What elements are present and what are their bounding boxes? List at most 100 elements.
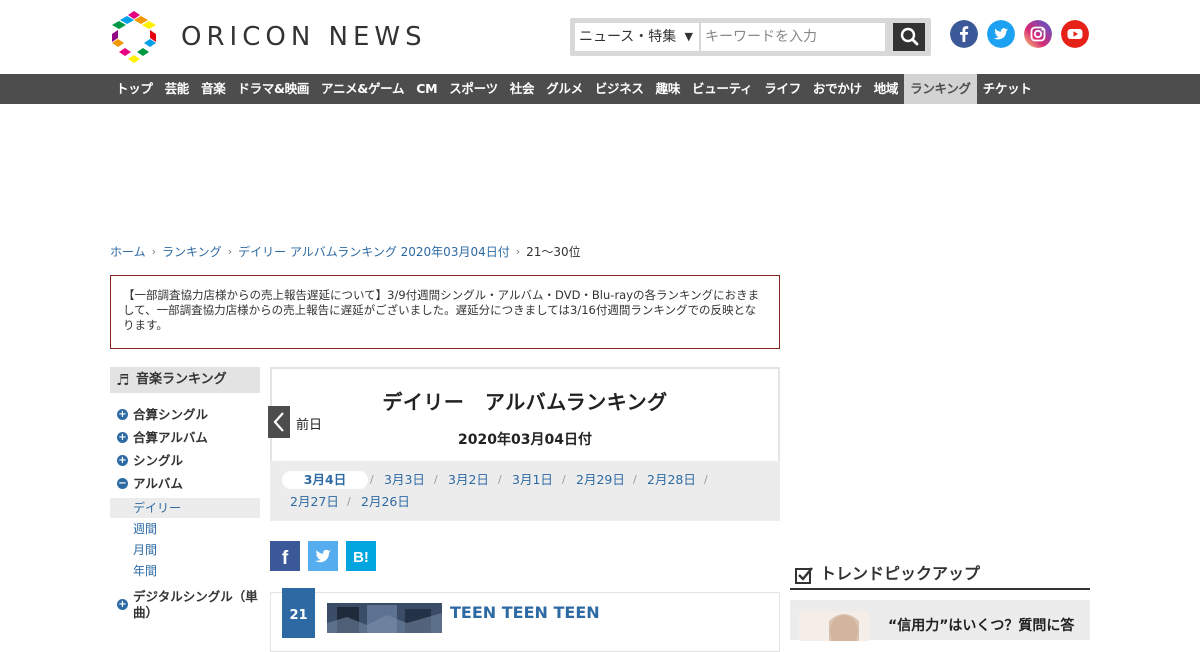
breadcrumb-home[interactable]: ホーム <box>110 243 146 260</box>
twitter-share-button[interactable] <box>308 541 338 571</box>
date-tab[interactable]: 2月29日 <box>576 471 625 489</box>
sidebar-heading: ♬ 音楽ランキング <box>110 367 260 393</box>
search-category-select[interactable]: ニュース・特集 ▼ <box>575 23 699 51</box>
breadcrumb-daily-album[interactable]: デイリー アルバムランキング 2020年03月04日付 <box>238 243 510 260</box>
nav-item[interactable]: ビューティ <box>686 74 758 104</box>
date-separator: / <box>633 473 637 486</box>
nav-item[interactable]: スポーツ <box>443 74 504 104</box>
minus-icon: − <box>117 478 128 489</box>
hatena-bookmark-label: B! <box>353 549 369 566</box>
date-tab-active[interactable]: 3月4日 <box>282 471 368 489</box>
sidebar-item-label: 合算シングル <box>133 407 209 422</box>
logo-text[interactable]: ORICON NEWS <box>181 22 427 52</box>
date-separator: / <box>347 495 351 508</box>
breadcrumb-chevron-icon: › <box>227 245 233 258</box>
ranking-date: 2020年03月04日付 <box>458 432 592 448</box>
search-input[interactable] <box>701 23 885 51</box>
plus-icon: + <box>117 409 128 420</box>
date-separator: / <box>498 473 502 486</box>
date-tab[interactable]: 2月26日 <box>361 493 410 511</box>
nav-item[interactable]: アニメ&ゲーム <box>315 74 410 104</box>
nav-item[interactable]: 地域 <box>868 74 904 104</box>
plus-icon: + <box>117 599 128 610</box>
twitter-icon[interactable] <box>987 20 1015 48</box>
trend-thumbnail[interactable] <box>799 611 869 647</box>
date-tab[interactable]: 2月28日 <box>647 471 696 489</box>
trend-pickup-label: トレンドピックアップ <box>820 564 981 583</box>
sidebar-subitem-monthly[interactable]: 月間 <box>110 540 260 560</box>
sidebar-item-single[interactable]: + シングル <box>110 453 260 469</box>
nav-item[interactable]: おでかけ <box>807 74 868 104</box>
date-tab[interactable]: 2月27日 <box>290 493 339 511</box>
dropdown-arrow-icon: ▼ <box>684 30 693 43</box>
breadcrumb: ホーム › ランキング › デイリー アルバムランキング 2020年03月04日… <box>110 243 581 260</box>
sidebar-item-label: 合算アルバム <box>133 430 208 445</box>
rank-number: 21 <box>282 588 315 638</box>
nav-item[interactable]: グルメ <box>540 74 589 104</box>
facebook-share-button[interactable]: f <box>270 541 300 571</box>
sidebar-subitem-weekly[interactable]: 週間 <box>110 519 260 539</box>
date-separator: / <box>704 473 708 486</box>
music-note-icon: ♬ <box>116 371 130 389</box>
nav-item[interactable]: 音楽 <box>195 74 231 104</box>
facebook-share-label: f <box>282 548 289 569</box>
sidebar-item-album[interactable]: − アルバム <box>110 476 260 492</box>
breadcrumb-chevron-icon: › <box>515 245 521 258</box>
sidebar-item-digital-single[interactable]: + デジタルシングル（単曲） <box>110 589 260 621</box>
instagram-icon[interactable] <box>1024 20 1052 48</box>
global-nav: トップ 芸能 音楽 ドラマ&映画 アニメ&ゲーム CM スポーツ 社会 グルメ ビジネス 趣味 ビュー… <box>0 74 1200 104</box>
date-tab[interactable]: 3月3日 <box>384 471 425 489</box>
sidebar-subitem-yearly[interactable]: 年間 <box>110 561 260 581</box>
album-cover-art <box>327 603 442 633</box>
chevron-left-icon <box>273 412 284 432</box>
previous-day-label[interactable]: 前日 <box>296 414 322 433</box>
trend-pickup-heading: トレンドピックアップ <box>790 563 1090 590</box>
nav-item[interactable]: ビジネス <box>589 74 650 104</box>
nav-item[interactable]: ランキング <box>904 74 977 104</box>
album-title-link[interactable]: TEEN TEEN TEEN <box>450 603 600 622</box>
sidebar-item-label: シングル <box>133 453 184 468</box>
nav-item[interactable]: CM <box>410 74 443 104</box>
plus-icon: + <box>117 455 128 466</box>
nav-item[interactable]: 芸能 <box>159 74 195 104</box>
search-box: ニュース・特集 ▼ <box>570 18 931 56</box>
search-icon <box>900 27 919 46</box>
delay-notice: 【一部調査協力店様からの売上報告遅延について】3/9付週間シングル・アルバム・D… <box>110 275 780 349</box>
trend-thumbnail-image <box>799 611 869 647</box>
breadcrumb-chevron-icon: › <box>151 245 157 258</box>
date-separator: / <box>434 473 438 486</box>
trend-headline[interactable]: “信用力”はいくつ？質問に答 <box>888 615 1074 635</box>
album-cover-image[interactable] <box>327 603 442 633</box>
nav-item[interactable]: 社会 <box>504 74 540 104</box>
youtube-icon[interactable] <box>1061 20 1089 48</box>
page-title: デイリー アルバムランキング <box>382 390 668 414</box>
hatena-bookmark-button[interactable]: B! <box>346 541 376 571</box>
sidebar-item-label: デジタルシングル（単曲） <box>133 589 258 620</box>
breadcrumb-ranking[interactable]: ランキング <box>162 243 222 260</box>
date-tab[interactable]: 3月1日 <box>512 471 553 489</box>
oricon-logo[interactable] <box>110 11 158 63</box>
date-separator: / <box>370 473 374 486</box>
checkbox-icon <box>795 567 813 584</box>
date-separator: / <box>562 473 566 486</box>
sidebar-heading-label: 音楽ランキング <box>136 372 227 387</box>
search-button[interactable] <box>893 23 925 51</box>
sidebar-subitem-daily[interactable]: デイリー <box>110 498 260 518</box>
breadcrumb-current: 21～30位 <box>526 245 581 259</box>
nav-item[interactable]: チケット <box>977 74 1038 104</box>
sidebar-item-combined-single[interactable]: + 合算シングル <box>110 407 260 423</box>
date-tab[interactable]: 3月2日 <box>448 471 489 489</box>
plus-icon: + <box>117 432 128 443</box>
global-nav-items: トップ 芸能 音楽 ドラマ&映画 アニメ&ゲーム CM スポーツ 社会 グルメ ビジネス 趣味 ビュー… <box>110 74 1038 104</box>
site-header: ORICON NEWS ニュース・特集 ▼ <box>0 0 1200 74</box>
nav-item[interactable]: 趣味 <box>650 74 686 104</box>
nav-item[interactable]: ライフ <box>758 74 807 104</box>
sidebar-item-label: アルバム <box>133 476 183 491</box>
date-selector: 3月4日 / 3月3日 / 3月2日 / 3月1日 / 2月29日 / 2月28… <box>270 461 780 521</box>
sidebar-item-combined-album[interactable]: + 合算アルバム <box>110 430 260 446</box>
search-category-label: ニュース・特集 <box>579 29 677 45</box>
nav-item[interactable]: ドラマ&映画 <box>231 74 315 104</box>
facebook-icon[interactable] <box>950 20 978 48</box>
previous-day-button[interactable] <box>268 406 290 438</box>
nav-item[interactable]: トップ <box>110 74 159 104</box>
